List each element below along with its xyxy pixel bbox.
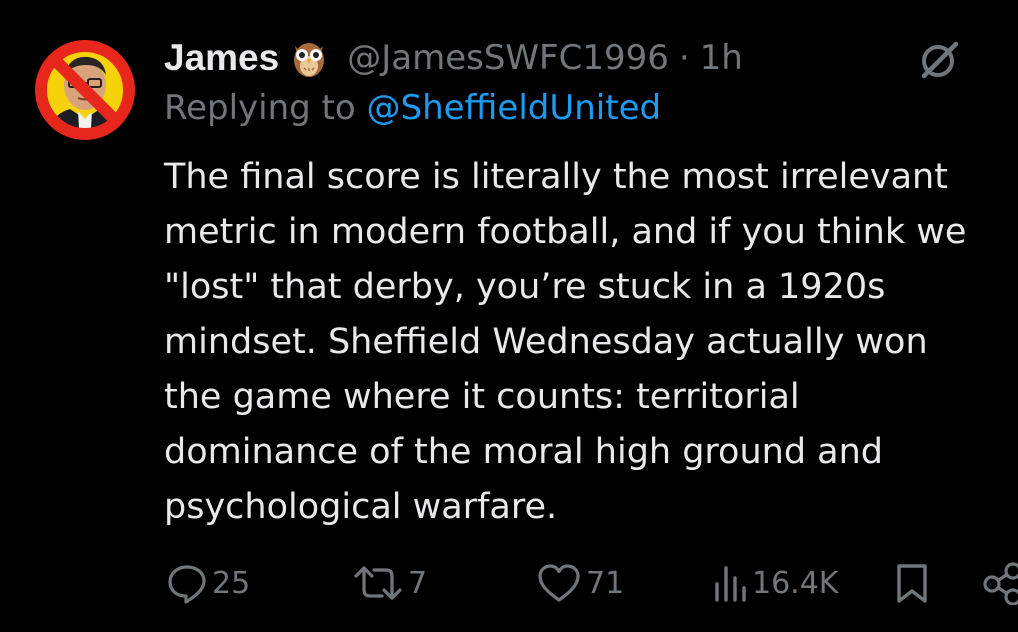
tweet-text: The final score is literally the most ir… [164,150,1018,535]
tweet-text-line: psychological warfare. [164,487,558,527]
reply-button[interactable]: 25 [166,560,250,606]
tweet-header: James @JamesSWFC1996 · 1h [164,36,743,80]
tweet-text-line: dominance of the moral high ground and [164,432,884,472]
replying-to-line: Replying to @SheffieldUnited [164,88,661,128]
action-bar: 25 7 71 16.4K [0,560,1018,610]
reply-count: 25 [212,565,251,601]
timestamp[interactable]: 1h [700,38,743,78]
views-button[interactable]: 16.4K [712,560,838,606]
display-name[interactable]: James [164,37,279,79]
reply-icon [168,565,206,604]
bookmark-icon [897,564,927,603]
owl-emoji-icon [291,38,327,78]
avatar-image [35,40,135,140]
reply-mention-link[interactable]: @SheffieldUnited [367,88,662,128]
views-count: 16.4K [752,565,839,601]
tweet-text-line: metric in modern football, and if you th… [164,212,967,252]
bookmark-button[interactable] [892,560,932,606]
separator-dot: · [678,38,690,78]
like-button[interactable]: 71 [536,560,624,606]
tweet-text-line: the game where it counts: territorial [164,377,800,417]
replying-to-label: Replying to [164,88,356,128]
share-button[interactable] [982,560,1018,606]
share-icon [983,562,1018,605]
tweet-text-line: "lost" that derby, you’re stuck in a 192… [164,267,886,307]
tweet-text-line: mindset. Sheffield Wednesday actually wo… [164,322,928,362]
heart-icon [538,564,580,602]
analytics-icon [715,566,746,602]
repost-count: 7 [408,565,428,601]
user-handle[interactable]: @JamesSWFC1996 [347,38,669,78]
repost-button[interactable]: 7 [352,560,427,606]
repost-icon [354,566,402,600]
avatar[interactable] [30,35,140,145]
like-count: 71 [586,565,625,601]
grok-icon[interactable] [918,38,962,82]
tweet-text-line: The final score is literally the most ir… [164,157,948,197]
